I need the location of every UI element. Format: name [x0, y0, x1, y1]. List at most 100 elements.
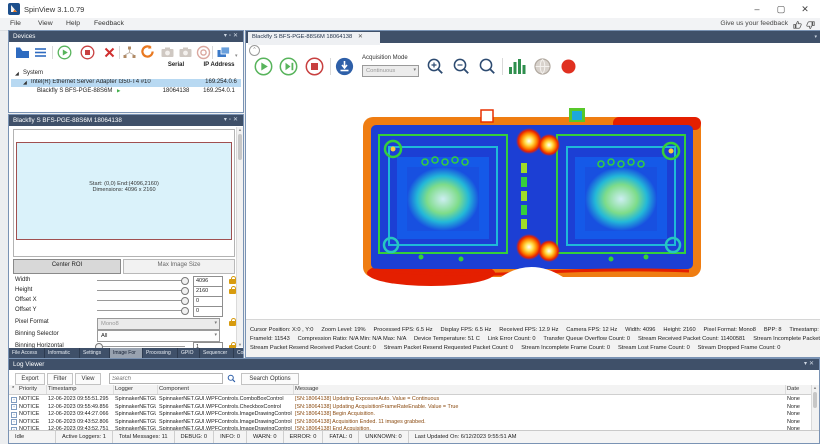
scroll-up-icon[interactable]: ▲ — [237, 127, 243, 132]
col-logger[interactable]: Logger — [115, 386, 133, 392]
acquisition-mode-value: Continuous — [366, 68, 395, 74]
search-options-button[interactable]: Search Options — [241, 373, 299, 385]
pixel-format-dropdown[interactable]: Mono8 ▾ — [97, 318, 220, 330]
devices-close-icon[interactable]: ✕ — [233, 33, 240, 39]
menu-help[interactable]: Help — [66, 20, 80, 27]
stream-tab-bar: Blackfly S BFS-PGE-88S6M 18064138 ✕ ▾ — [246, 31, 820, 43]
search-input[interactable] — [109, 373, 223, 384]
binning-horizontal-slider[interactable] — [97, 346, 185, 347]
col-timestamp[interactable]: Timestamp — [48, 386, 76, 392]
tree-node-system[interactable]: ◢ System — [9, 70, 241, 78]
offset-x-slider[interactable] — [97, 300, 185, 301]
network-topology-icon[interactable] — [122, 45, 137, 60]
camera-panel-title: Blackfly S BFS-PGE-88S6M 18064138 — [13, 117, 122, 124]
center-roi-button[interactable]: Center ROI — [13, 259, 121, 274]
active-loggers: Active Loggers: 1 — [56, 431, 113, 443]
row-component: SpinnakerNET.GUI.WPFControls.ImageDrawin… — [159, 411, 292, 417]
tab-close-icon[interactable]: ✕ — [358, 34, 363, 40]
menu-feedback[interactable]: Feedback — [94, 20, 124, 27]
save-image-icon[interactable] — [335, 57, 354, 76]
offset-y-input[interactable]: 0 — [193, 306, 223, 317]
log-scrollbar[interactable]: ▲ ▼ — [811, 385, 819, 435]
stream-tab[interactable]: Blackfly S BFS-PGE-88S6M 18064138 ✕ — [248, 32, 380, 45]
row-component: SpinnakerNET.GUI.WPFControls.ImageDrawin… — [159, 419, 292, 425]
status-line-3: Stream Packet Resend Received Packet Cou… — [250, 345, 780, 351]
row-priority: NOTICE — [19, 404, 45, 410]
thumbs-up-icon[interactable] — [793, 20, 802, 29]
view-button[interactable]: View — [75, 373, 101, 385]
col-date[interactable]: Date — [787, 386, 799, 392]
minimize-button[interactable]: – — [746, 3, 768, 15]
organize-devices-icon[interactable] — [15, 45, 30, 60]
histogram-icon[interactable] — [507, 57, 526, 76]
image-canvas[interactable] — [247, 78, 819, 319]
toolbar-overflow-icon[interactable]: ▾ — [235, 53, 238, 59]
width-lock-icon[interactable] — [229, 279, 236, 284]
offset-y-label: Offset Y — [15, 307, 36, 313]
zoom-out-icon[interactable] — [452, 57, 471, 76]
gev-settings-icon[interactable] — [533, 57, 552, 76]
offset-y-slider[interactable] — [97, 310, 185, 311]
camera-burst-icon[interactable] — [196, 45, 211, 60]
height-slider[interactable] — [97, 290, 185, 291]
pixel-format-row: Pixel Format Mono8 ▾ — [9, 318, 241, 328]
tabbar-overflow-icon[interactable]: ▾ — [814, 34, 817, 40]
camera-panel-close-icon[interactable]: ✕ — [233, 117, 240, 123]
filter-button[interactable]: Filter — [47, 373, 73, 385]
maximize-button[interactable]: ▢ — [770, 3, 792, 15]
export-button[interactable]: Export — [15, 373, 45, 385]
zoom-in-icon[interactable] — [426, 57, 445, 76]
close-button[interactable]: ✕ — [794, 3, 816, 15]
tree-node-adapter[interactable]: ◢ Intel(R) Ethernet Server Adapter I350-… — [11, 79, 241, 88]
scrollbar-thumb[interactable] — [238, 134, 242, 160]
col-component[interactable]: Component — [159, 386, 189, 392]
start-acquisition-icon[interactable] — [57, 45, 72, 60]
roi-region[interactable]: Start: (0,0) End:(4096,2160) Dimensions:… — [16, 142, 232, 240]
tree-node-camera[interactable]: Blackfly S BFS-PGE-88S6M ▶ 18064138 169.… — [9, 88, 241, 96]
scrollbar-thumb[interactable] — [813, 392, 817, 408]
menu-view[interactable]: View — [38, 20, 53, 27]
expander-icon[interactable]: ◢ — [23, 80, 27, 86]
width-slider-thumb[interactable] — [181, 277, 189, 285]
collapse-toolbar-icon[interactable]: ⌃ — [249, 45, 260, 56]
row-message: [SN:18064138] Updating AcquisitionFrameR… — [295, 404, 783, 410]
warn-count: WARN: 0 — [247, 431, 284, 443]
play-pause-stream-icon[interactable] — [279, 57, 298, 76]
search-icon[interactable] — [227, 374, 236, 383]
zoom-fit-icon[interactable] — [478, 57, 497, 76]
log-close-icon[interactable]: ✕ — [809, 361, 816, 367]
width-row: Width 4096 — [9, 276, 241, 285]
roi-preview-box[interactable]: Start: (0,0) End:(4096,2160) Dimensions:… — [13, 129, 235, 257]
height-slider-thumb[interactable] — [181, 287, 189, 295]
thumbs-down-icon[interactable] — [806, 21, 815, 30]
device-windows-icon[interactable] — [216, 45, 231, 60]
height-lock-icon[interactable] — [229, 289, 236, 294]
camera-snapshot-icon[interactable] — [160, 45, 175, 60]
row-component: SpinnakerNET.GUI.WPFControls.ComboBoxCon… — [159, 396, 292, 402]
device-list-icon[interactable] — [33, 45, 48, 60]
record-icon[interactable] — [561, 59, 576, 74]
height-label: Height — [15, 287, 32, 293]
camera-panel-scrollbar[interactable]: ▲ ▼ — [236, 127, 243, 347]
menu-file[interactable]: File — [10, 20, 21, 27]
max-image-size-button[interactable]: Max Image Size — [123, 259, 235, 274]
width-slider[interactable] — [97, 280, 185, 281]
col-expander[interactable]: * — [12, 386, 14, 392]
acquisition-mode-dropdown[interactable]: Continuous ▾ — [362, 65, 419, 77]
col-priority[interactable]: Priority — [19, 386, 45, 392]
scroll-up-icon[interactable]: ▲ — [812, 385, 818, 390]
expander-icon[interactable]: ◢ — [15, 71, 19, 77]
remove-device-icon[interactable] — [102, 45, 117, 60]
camera-save-icon[interactable] — [178, 45, 193, 60]
chevron-down-icon: ▾ — [413, 67, 416, 73]
offset-y-slider-thumb[interactable] — [181, 307, 189, 315]
stop-stream-icon[interactable] — [305, 57, 324, 76]
scroll-down-icon[interactable]: ▼ — [237, 342, 243, 347]
col-message[interactable]: Message — [295, 386, 319, 392]
binning-selector-dropdown[interactable]: All ▾ — [97, 330, 220, 342]
offset-x-slider-thumb[interactable] — [181, 297, 189, 305]
refresh-devices-icon[interactable] — [140, 44, 155, 59]
start-stream-icon[interactable] — [254, 57, 273, 76]
stop-acquisition-icon[interactable] — [80, 45, 95, 60]
pixel-format-lock-icon[interactable] — [229, 321, 236, 326]
